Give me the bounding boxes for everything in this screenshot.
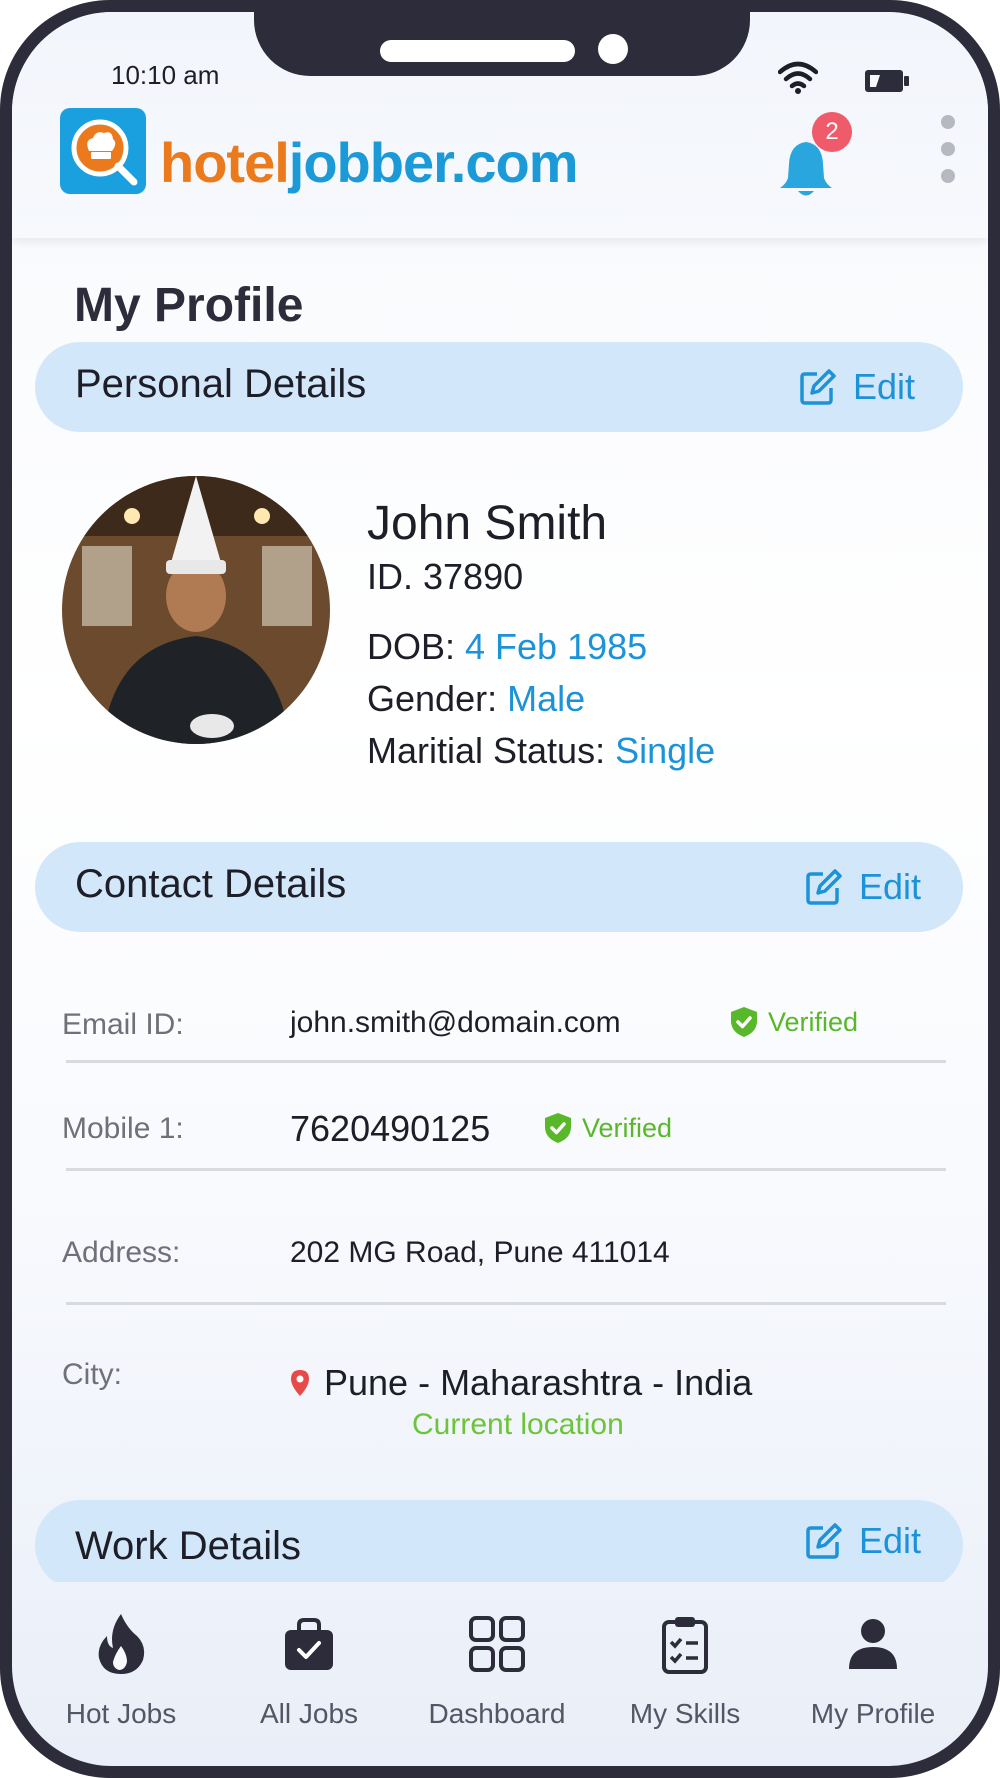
nav-dashboard-label: Dashboard bbox=[428, 1698, 566, 1729]
address-label: Address: bbox=[62, 1236, 181, 1269]
personal-details-title: Personal Details bbox=[75, 362, 367, 406]
mobile-label: Mobile 1: bbox=[62, 1112, 184, 1145]
nav-my-profile-label: My Profile bbox=[810, 1698, 936, 1729]
personal-details-header: Personal Details Edit bbox=[35, 342, 963, 432]
divider bbox=[66, 1060, 946, 1063]
email-value: john.smith@domain.com bbox=[290, 1006, 621, 1039]
work-details-title: Work Details bbox=[75, 1524, 301, 1568]
user-icon bbox=[849, 1619, 897, 1669]
contact-edit-label: Edit bbox=[859, 866, 922, 907]
work-details-clip: Work Details Edit bbox=[12, 1500, 988, 1582]
edit-icon bbox=[806, 1523, 842, 1559]
logo-text-hotel: hotel bbox=[160, 131, 290, 194]
screen: 10:10 am hoteljobber.com 2 My Profile Pe… bbox=[12, 12, 988, 1766]
mobile-verified-badge: Verified bbox=[544, 1112, 672, 1144]
fire-icon bbox=[98, 1614, 145, 1674]
shield-check-icon bbox=[545, 1113, 571, 1143]
front-camera bbox=[598, 34, 628, 64]
city-value-row: Pune - Maharashtra - India bbox=[290, 1362, 752, 1404]
logo-mark bbox=[60, 108, 146, 194]
profile-name: John Smith bbox=[367, 497, 608, 550]
divider bbox=[66, 1168, 946, 1171]
dob-label: DOB: bbox=[367, 626, 466, 667]
current-location-label: Current location bbox=[412, 1408, 624, 1441]
phone-frame: 10:10 am hoteljobber.com 2 My Profile Pe… bbox=[0, 0, 1000, 1778]
city-label: City: bbox=[62, 1358, 122, 1391]
nav-my-skills[interactable]: My Skills bbox=[590, 1604, 780, 1730]
nav-hot-jobs-label: Hot Jobs bbox=[65, 1698, 177, 1729]
kebab-menu-icon[interactable] bbox=[940, 114, 956, 184]
dob-row: DOB: 4 Feb 1985 bbox=[367, 626, 647, 668]
city-value: Pune - Maharashtra - India bbox=[324, 1362, 753, 1403]
mobile-verified-text: Verified bbox=[582, 1112, 673, 1143]
briefcase-check-icon bbox=[285, 1618, 333, 1670]
email-verified-text: Verified bbox=[768, 1006, 859, 1037]
nav-hot-jobs[interactable]: Hot Jobs bbox=[26, 1604, 216, 1730]
logo-wordmark[interactable]: hoteljobber.com bbox=[160, 130, 578, 195]
camera-notch bbox=[254, 12, 750, 76]
gender-label: Gender: bbox=[367, 678, 508, 719]
nav-my-profile[interactable]: My Profile bbox=[778, 1604, 968, 1730]
nav-all-jobs[interactable]: All Jobs bbox=[214, 1604, 404, 1730]
edit-icon bbox=[806, 869, 842, 905]
grid-icon bbox=[469, 1616, 525, 1672]
shield-check-icon bbox=[731, 1007, 757, 1037]
marital-status-value: Single bbox=[615, 730, 716, 771]
edit-icon bbox=[800, 369, 836, 405]
nav-all-jobs-label: All Jobs bbox=[259, 1698, 359, 1729]
email-verified-badge: Verified bbox=[730, 1006, 858, 1038]
notification-badge: 2 bbox=[812, 112, 852, 152]
profile-id: ID. 37890 bbox=[367, 556, 524, 597]
contact-details-title: Contact Details bbox=[75, 862, 347, 906]
personal-edit-label: Edit bbox=[853, 366, 916, 407]
gender-value: Male bbox=[507, 678, 586, 719]
bottom-navigation: Hot Jobs All Jobs Dashboard My Skills My… bbox=[12, 1582, 988, 1766]
personal-edit-button[interactable]: Edit bbox=[799, 366, 915, 408]
work-details-header: Work Details Edit bbox=[35, 1500, 963, 1582]
profile-photo[interactable] bbox=[62, 476, 330, 744]
divider bbox=[66, 1302, 946, 1305]
speaker-grille bbox=[380, 40, 575, 62]
chef-search-logo bbox=[71, 119, 138, 186]
marital-status-label: Maritial Status: bbox=[367, 730, 616, 771]
email-label: Email ID: bbox=[62, 1008, 184, 1041]
contact-edit-button[interactable]: Edit bbox=[805, 866, 921, 908]
mobile-value: 7620490125 bbox=[290, 1108, 491, 1149]
clipboard-check-icon bbox=[662, 1617, 708, 1674]
marital-status-row: Maritial Status: Single bbox=[367, 730, 715, 772]
battery-icon bbox=[865, 70, 909, 92]
nav-my-skills-label: My Skills bbox=[629, 1698, 741, 1729]
nav-dashboard[interactable]: Dashboard bbox=[402, 1604, 592, 1730]
work-edit-button[interactable]: Edit bbox=[805, 1520, 921, 1562]
gender-row: Gender: Male bbox=[367, 678, 585, 720]
contact-details-header: Contact Details Edit bbox=[35, 842, 963, 932]
status-time: 10:10 am bbox=[111, 60, 220, 90]
page-title: My Profile bbox=[74, 279, 304, 332]
dob-value: 4 Feb 1985 bbox=[465, 626, 648, 667]
work-edit-label: Edit bbox=[859, 1520, 922, 1561]
address-value: 202 MG Road, Pune 411014 bbox=[290, 1236, 670, 1269]
wifi-icon bbox=[778, 61, 818, 94]
location-pin-icon bbox=[291, 1370, 309, 1396]
logo-text-domain: jobber.com bbox=[288, 131, 579, 194]
